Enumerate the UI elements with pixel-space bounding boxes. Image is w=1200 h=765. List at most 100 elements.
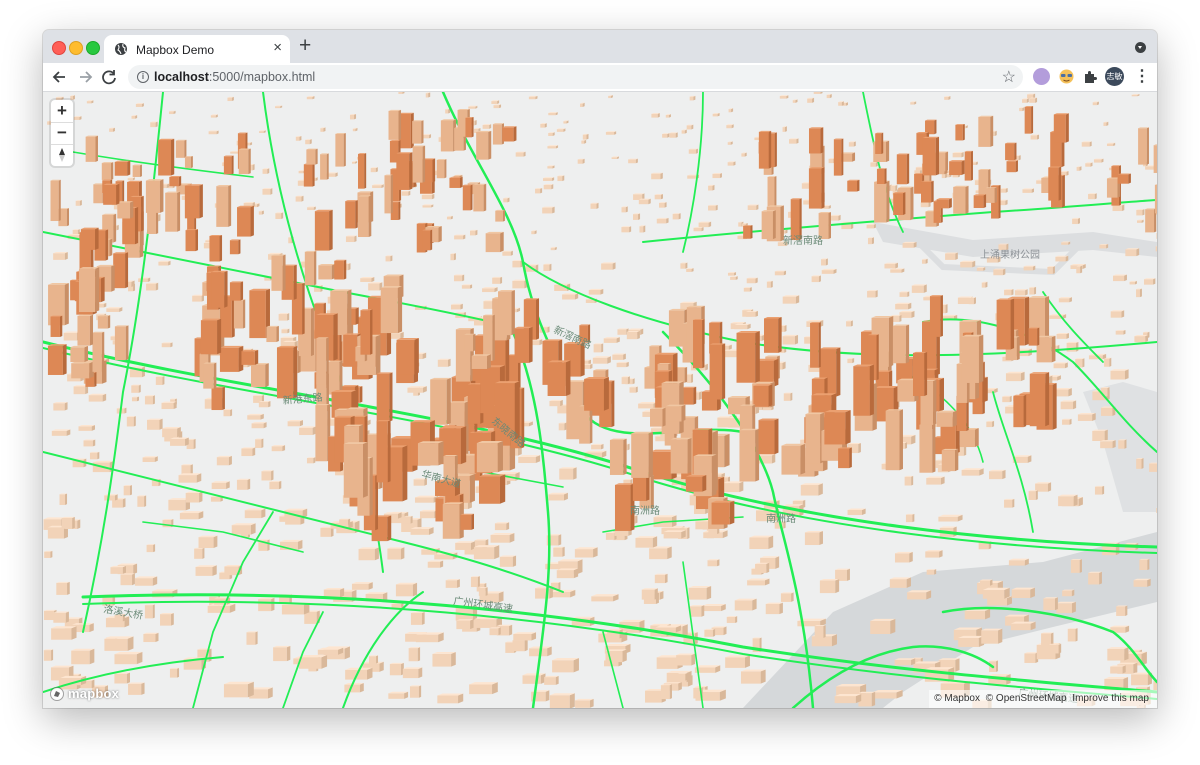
building-face (691, 373, 694, 383)
building-face (978, 334, 984, 383)
building-face (691, 653, 696, 666)
building-face (179, 513, 199, 520)
building-face (229, 282, 241, 301)
profile-avatar[interactable]: 志敏 (1105, 67, 1124, 86)
building-face (749, 537, 769, 550)
zoom-out-button[interactable]: − (51, 122, 73, 145)
building-face (355, 307, 359, 325)
building-face (471, 355, 488, 369)
building-face (705, 363, 708, 371)
extension-avatar-icon[interactable] (1033, 68, 1050, 85)
building-face (252, 447, 256, 457)
building-face (591, 444, 602, 450)
building-face (614, 484, 631, 531)
building-face (936, 199, 949, 209)
building-face (825, 258, 828, 266)
building-face (161, 402, 174, 410)
building-face (792, 100, 796, 103)
building-face (376, 373, 390, 422)
building-face (875, 290, 878, 298)
building-face (702, 605, 722, 612)
info-icon[interactable]: i (137, 71, 149, 83)
close-window-button[interactable] (52, 41, 66, 55)
building-face (881, 132, 884, 154)
building-face (169, 668, 178, 678)
building-face (1016, 336, 1020, 361)
building-face (632, 378, 635, 385)
attribution-mapbox-link[interactable]: © Mapbox (934, 693, 980, 704)
tab-search-icon[interactable] (1135, 42, 1146, 53)
star-icon[interactable]: ☆ (1002, 67, 1016, 87)
building-face (982, 589, 1005, 599)
building-face (811, 276, 819, 283)
url-text[interactable]: localhost:5000/mapbox.html (154, 70, 315, 84)
building-face (635, 538, 653, 548)
building-face (911, 285, 924, 293)
building-face (659, 591, 664, 600)
building-face (47, 345, 63, 375)
building-face (502, 127, 514, 142)
building-face (370, 168, 376, 173)
building-face (686, 125, 692, 130)
building-face (492, 277, 501, 284)
map-canvas[interactable]: 上涌果树公园 南洲路 南洲路 广州环城高速 广州环城高速 新滘南路 新滘南路 华… (43, 92, 1157, 708)
building-face (462, 274, 465, 282)
building-face (425, 93, 429, 98)
building-face (1072, 218, 1078, 225)
building-face (670, 439, 688, 474)
maximize-window-button[interactable] (86, 41, 100, 55)
zoom-in-button[interactable]: + (51, 100, 73, 123)
building-face (259, 131, 264, 134)
building-face (106, 308, 120, 312)
tab-mapbox-demo[interactable]: Mapbox Demo × (104, 35, 290, 63)
building-face (899, 292, 908, 297)
building-face (841, 138, 844, 176)
building-face (668, 310, 685, 347)
building-face (412, 121, 422, 144)
building-face (375, 474, 379, 531)
building-face (819, 530, 823, 546)
building-face (440, 560, 444, 568)
building-face (159, 179, 164, 213)
building-face (471, 116, 474, 138)
new-tab-button[interactable]: + (299, 35, 311, 57)
building-face (175, 140, 185, 158)
building-face (71, 626, 77, 640)
building-face (989, 471, 1003, 480)
building-face (242, 299, 246, 329)
building-face (492, 124, 502, 145)
building-face (1133, 580, 1148, 587)
building-face (909, 551, 913, 563)
extension-face-icon[interactable] (1058, 68, 1075, 85)
address-bar[interactable]: i localhost:5000/mapbox.html ☆ (128, 65, 1023, 89)
building-face (509, 624, 513, 636)
improve-map-link[interactable]: Improve this map (1072, 693, 1149, 704)
building-face (660, 172, 663, 180)
kebab-menu-icon[interactable]: ⋮ (1134, 66, 1150, 86)
building-face (907, 291, 910, 297)
building-face (61, 517, 73, 529)
building-face (835, 578, 840, 594)
compass-button[interactable] (51, 144, 73, 166)
reload-icon[interactable] (99, 67, 119, 87)
puzzle-icon[interactable] (1082, 68, 1099, 85)
building-face (454, 235, 464, 240)
forward-arrow-icon[interactable] (75, 67, 95, 87)
building-face (85, 136, 96, 162)
minimize-window-button[interactable] (69, 41, 83, 55)
back-arrow-icon[interactable] (50, 67, 70, 87)
building-face (789, 139, 797, 144)
building-face (460, 514, 472, 530)
attribution-osm-link[interactable]: © OpenStreetMap (986, 693, 1067, 704)
building-face (611, 157, 617, 159)
building-face (791, 592, 794, 602)
building-face (1107, 387, 1110, 397)
building-face (922, 138, 936, 176)
building-face (417, 647, 421, 662)
building-face (728, 109, 732, 113)
tab-close-icon[interactable]: × (273, 40, 282, 56)
building-face (921, 259, 926, 264)
building-face (1123, 329, 1126, 335)
building-face (1138, 128, 1147, 165)
map-render: 上涌果树公园 南洲路 南洲路 广州环城高速 广州环城高速 新滘南路 新滘南路 华… (43, 92, 1157, 708)
